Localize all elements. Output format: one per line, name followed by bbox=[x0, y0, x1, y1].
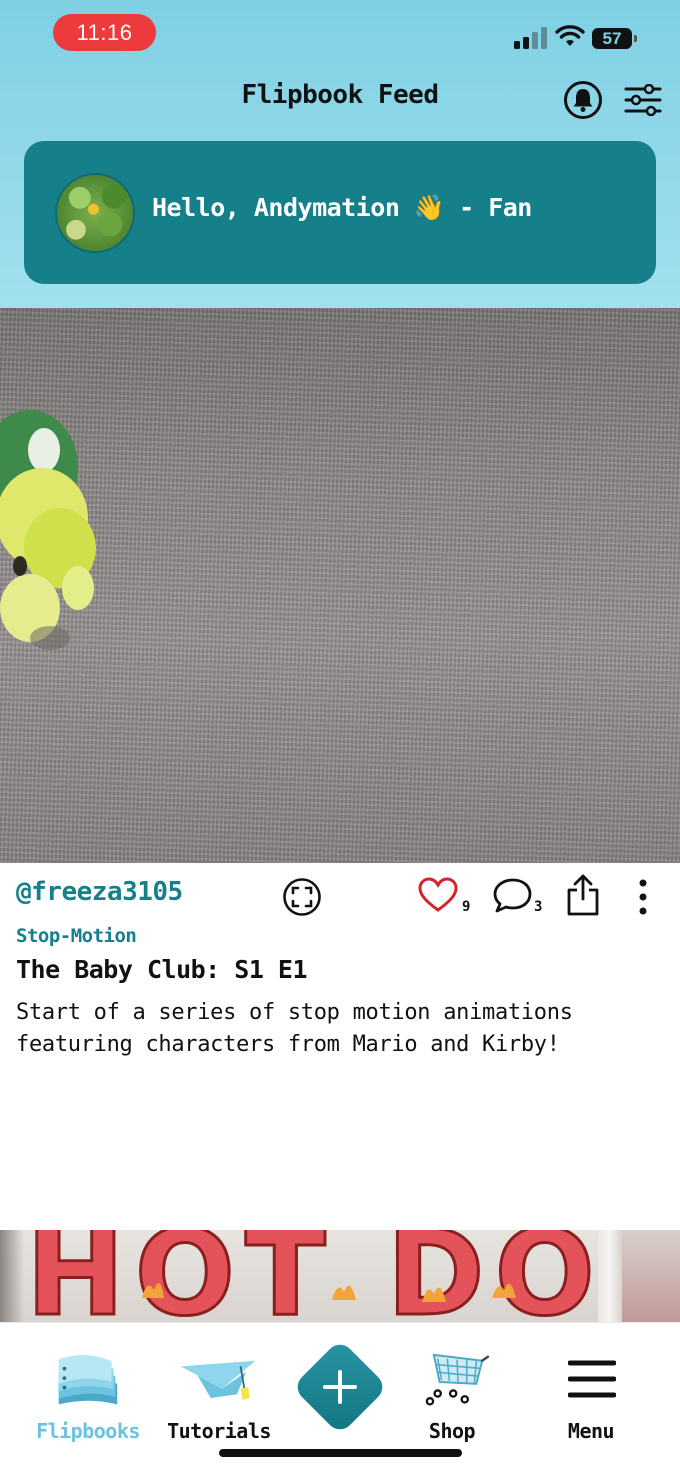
filter-sliders-icon[interactable] bbox=[624, 84, 662, 116]
nav-item-shop[interactable]: Shop bbox=[400, 1323, 510, 1449]
svg-text:HOT DOG: HOT DOG bbox=[26, 1230, 602, 1322]
greeting-text: Hello, Andymation 👋 - Fan bbox=[152, 193, 532, 222]
heart-icon[interactable] bbox=[418, 877, 458, 913]
post-username-link[interactable]: @freeza3105 bbox=[16, 877, 183, 907]
status-time: 11:16 bbox=[53, 14, 156, 51]
nav-item-menu[interactable]: Menu bbox=[540, 1323, 650, 1449]
comment-bubble-icon[interactable] bbox=[492, 877, 532, 913]
avatar[interactable] bbox=[55, 173, 135, 253]
home-indicator[interactable] bbox=[219, 1449, 462, 1457]
share-icon[interactable] bbox=[565, 873, 601, 917]
cellular-signal-icon bbox=[514, 27, 547, 49]
nav-label-menu: Menu bbox=[567, 1419, 615, 1443]
comment-count: 3 bbox=[534, 899, 543, 915]
shopping-cart-icon bbox=[425, 1353, 490, 1406]
more-options-icon[interactable] bbox=[630, 877, 656, 917]
hamburger-menu-icon bbox=[568, 1360, 616, 1398]
video-player[interactable] bbox=[0, 308, 680, 863]
hot-dog-lettering: HOT DOG bbox=[25, 1230, 603, 1322]
post-description: Start of a series of stop motion animati… bbox=[16, 1000, 573, 1057]
header-area: 11:16 57 Flipbook Feed Hello, Andymation… bbox=[0, 0, 680, 308]
post-category[interactable]: Stop-Motion bbox=[16, 925, 137, 947]
flipbook-feed-screen: 11:16 57 Flipbook Feed Hello, Andymation… bbox=[0, 0, 680, 1470]
like-count: 9 bbox=[462, 899, 471, 915]
next-video-preview[interactable]: HOT DOG bbox=[0, 1230, 680, 1322]
wifi-icon bbox=[555, 25, 585, 46]
nav-item-tutorials[interactable]: Tutorials bbox=[160, 1323, 280, 1449]
bell-icon[interactable] bbox=[563, 80, 603, 120]
nav-label-flipbooks: Flipbooks bbox=[36, 1419, 140, 1443]
nav-item-flipbooks[interactable]: Flipbooks bbox=[0, 1323, 180, 1449]
battery-indicator: 57 bbox=[592, 28, 637, 49]
post-title: The Baby Club: S1 E1 bbox=[16, 955, 308, 984]
post-details: @freeza3105 9 3 Stop-Motion The Baby Clu… bbox=[0, 863, 680, 1230]
video-frame-toy bbox=[0, 410, 96, 650]
graduation-cap-icon bbox=[180, 1360, 256, 1400]
nav-label-shop: Shop bbox=[428, 1419, 476, 1443]
bottom-nav: Flipbooks Tutorials Shop Menu bbox=[0, 1322, 680, 1470]
fullscreen-icon[interactable] bbox=[282, 877, 322, 917]
flipbook-pages-icon bbox=[58, 1354, 118, 1405]
greeting-card[interactable]: Hello, Andymation 👋 - Fan bbox=[24, 141, 656, 284]
nav-label-tutorials: Tutorials bbox=[167, 1419, 271, 1443]
create-button[interactable] bbox=[290, 1337, 390, 1437]
